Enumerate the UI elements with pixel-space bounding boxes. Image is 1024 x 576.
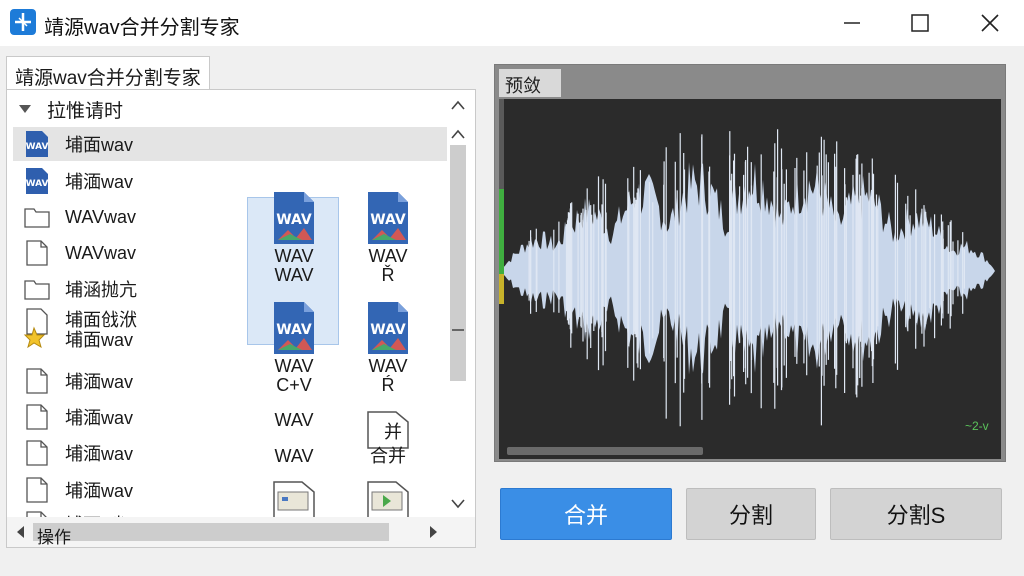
waveform-graphic bbox=[499, 129, 995, 427]
folder-icon bbox=[23, 203, 51, 231]
grid-tile[interactable]: WET bbox=[343, 480, 433, 517]
list-item-label: 埔涵抛亢 bbox=[65, 280, 137, 300]
maximize-icon bbox=[911, 14, 929, 32]
document-icon bbox=[23, 403, 51, 431]
list-item-label: WAVwav bbox=[65, 206, 137, 227]
star-document-icon bbox=[23, 308, 51, 348]
grid-tile[interactable]: WAV WAV Ř bbox=[343, 190, 433, 284]
grid-tile[interactable]: WAV WAV Ŕ bbox=[343, 300, 433, 394]
grid-tile-label: WAV bbox=[274, 410, 314, 430]
list-item-label: 埔面戗洑 埔面wav bbox=[65, 310, 137, 350]
wav-file-icon: WAV bbox=[23, 130, 51, 158]
scroll-down-icon[interactable] bbox=[451, 499, 465, 509]
corner-readout: ~2-v bbox=[965, 419, 989, 433]
grid-tile-label: WAV bbox=[274, 246, 314, 266]
close-button[interactable] bbox=[952, 0, 1024, 46]
merge-file-icon-text: 并 bbox=[384, 422, 402, 442]
file-list-box: 拉惟请时 WAV 埔面wav WAV 埔湎wav WAVwav WAVwav 埔涵抛亢埔面戗… bbox=[6, 89, 476, 548]
list-item-label: WAVwav bbox=[65, 242, 137, 263]
scroll-right-icon[interactable] bbox=[429, 525, 439, 539]
document-icon bbox=[23, 239, 51, 267]
grid-tile-label: WAV bbox=[274, 446, 314, 466]
grid-tile[interactable]: WAV WAV WAV bbox=[249, 190, 339, 284]
merge-file-icon: 并 bbox=[366, 410, 410, 450]
collapse-triangle-icon[interactable] bbox=[19, 105, 31, 113]
horizontal-scrollbar[interactable]: 操作 bbox=[7, 517, 475, 547]
scroll-up-icon[interactable] bbox=[451, 129, 465, 139]
grid-tile-label-2: C+V bbox=[276, 375, 312, 395]
grid-tile-label: 合并 bbox=[370, 446, 406, 466]
folder-file-icon bbox=[249, 480, 339, 517]
window-title: 靖源wav合并分割专家 bbox=[44, 17, 240, 39]
grid-tile[interactable]: WAV bbox=[249, 410, 339, 430]
title-bar: 靖源wav合并分割专家 bbox=[0, 0, 1024, 46]
play-file-icon bbox=[343, 480, 433, 517]
close-icon bbox=[981, 14, 999, 32]
grid-tile-label: WAV bbox=[274, 356, 314, 376]
folder-icon bbox=[23, 275, 51, 303]
list-item-label: 埔面wav bbox=[65, 135, 134, 155]
file-browser-panel: 靖源wav合并分割专家 拉惟请时 WAV 埔面wav WAV 埔湎wav WAVwav W… bbox=[6, 56, 476, 548]
group-header[interactable]: 拉惟请时 bbox=[15, 96, 123, 122]
svg-text:WAV: WAV bbox=[370, 322, 406, 338]
wav-file-icon: WAV bbox=[366, 190, 410, 246]
list-item-label-line2: 埔面wav bbox=[65, 330, 134, 350]
grid-tile-label-2: Ŕ bbox=[381, 375, 395, 395]
wav-file-icon: WAV bbox=[366, 300, 410, 356]
scrollbar-grip bbox=[452, 329, 464, 331]
split-button[interactable]: 分割 bbox=[686, 488, 816, 540]
list-item-label: 埔湎wav bbox=[65, 372, 134, 392]
grid-tile[interactable]: 合并 bbox=[343, 446, 433, 466]
vertical-scrollbar[interactable] bbox=[447, 127, 469, 527]
grid-tile-label: WAV bbox=[368, 356, 408, 376]
list-item-label: 埔湎wav bbox=[65, 444, 134, 464]
list-item-label-line1: 埔面戗洑 bbox=[65, 310, 137, 330]
footer-label: 操作 bbox=[37, 528, 71, 547]
grid-tile[interactable]: 并 bbox=[343, 410, 433, 450]
maximize-button[interactable] bbox=[882, 0, 958, 46]
hscroll-thumb[interactable] bbox=[33, 523, 389, 541]
svg-text:WAV: WAV bbox=[276, 212, 312, 228]
document-icon bbox=[23, 367, 51, 395]
scrollbar-thumb[interactable] bbox=[450, 145, 466, 381]
tab-main[interactable]: 靖源wav合并分割专家 bbox=[6, 56, 210, 90]
split-s-button[interactable]: 分割S bbox=[830, 488, 1002, 540]
svg-text:WAV: WAV bbox=[370, 212, 406, 228]
wav-file-icon: WAV bbox=[23, 167, 51, 195]
grid-tile-label-2: Ř bbox=[381, 265, 395, 285]
level-meter bbox=[499, 99, 504, 304]
svg-text:WAV: WAV bbox=[26, 142, 49, 152]
grid-tile-label: WAV bbox=[368, 246, 408, 266]
chevron-up-icon[interactable] bbox=[451, 100, 465, 110]
minimize-button[interactable] bbox=[814, 0, 890, 46]
document-icon bbox=[23, 439, 51, 467]
wav-file-icon: WAV bbox=[272, 300, 316, 356]
list-item-label: 埔湎wav bbox=[65, 408, 134, 428]
file-rows: WAV 埔面wav WAV 埔湎wav WAVwav WAVwav 埔涵抛亢 埔面戗洑 埔面wa… bbox=[13, 127, 447, 517]
grid-tile[interactable]: WAV WAV C+V bbox=[249, 300, 339, 394]
list-item-label: 埔湎wav bbox=[65, 172, 134, 192]
group-header-label: 拉惟请时 bbox=[47, 100, 124, 122]
scroll-left-icon[interactable] bbox=[15, 525, 25, 539]
app-icon bbox=[10, 9, 36, 35]
list-item-label: 埔湎wav bbox=[65, 481, 134, 501]
merge-button[interactable]: 合并 bbox=[500, 488, 672, 540]
preview-tab[interactable]: 预敛 bbox=[499, 69, 561, 97]
grid-tile[interactable]: 合并 bbox=[249, 480, 339, 517]
svg-text:WAV: WAV bbox=[276, 322, 312, 338]
grid-tile-label-2: WAV bbox=[274, 265, 314, 285]
grid-tile[interactable]: WAV bbox=[249, 446, 339, 466]
wav-file-icon: WAV bbox=[272, 190, 316, 246]
document-icon bbox=[23, 510, 51, 517]
preview-scrollbar[interactable] bbox=[507, 447, 703, 455]
preview-panel: 预敛 ~2-v bbox=[494, 64, 1006, 462]
svg-text:WAV: WAV bbox=[26, 179, 49, 189]
list-item[interactable]: WAV 埔面wav bbox=[13, 127, 447, 161]
minimize-icon bbox=[844, 22, 860, 24]
waveform-view[interactable]: ~2-v bbox=[499, 99, 1001, 459]
document-icon bbox=[23, 476, 51, 504]
